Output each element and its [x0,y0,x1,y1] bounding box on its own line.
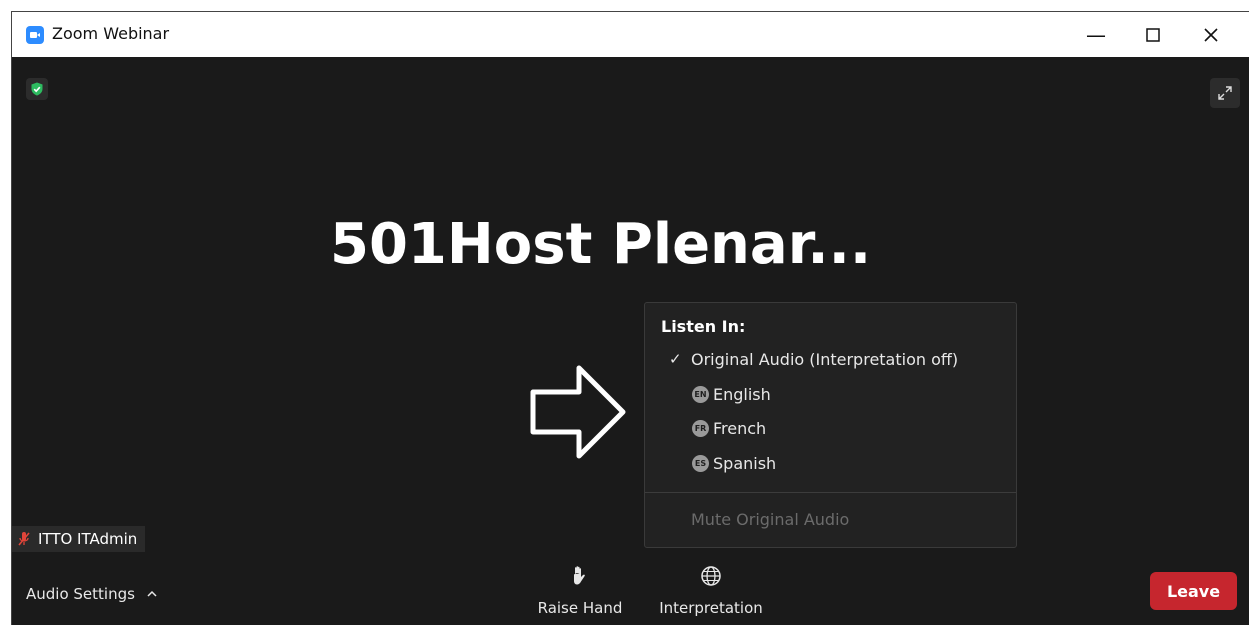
maximize-button[interactable] [1125,12,1181,57]
menu-item-label: English [713,384,771,404]
expand-icon [1218,86,1232,100]
language-badge-es: ES [692,454,709,472]
arrow-annotation-icon [530,365,626,459]
muted-microphone-icon [18,532,30,546]
menu-item-original-audio[interactable]: ✓ Original Audio (Interpretation off) [645,342,1016,376]
menu-item-label: Mute Original Audio [691,509,850,529]
menu-item-spanish[interactable]: ES Spanish [645,446,1016,480]
zoom-window: Zoom Webinar — 501Host Plenar... Listen … [11,11,1249,625]
encryption-shield-button[interactable] [26,78,48,100]
interpretation-label: Interpretation [659,599,763,617]
window-title: Zoom Webinar [52,24,170,43]
shield-check-icon [31,82,43,96]
participant-name-tag: ITTO ITAdmin [12,526,146,552]
maximize-icon [1146,27,1160,42]
language-badge-fr: FR [692,419,709,437]
chevron-up-icon [147,590,157,597]
raise-hand-button[interactable]: Raise Hand [534,565,626,617]
language-badge-en: EN [692,385,709,403]
leave-button[interactable]: Leave [1150,572,1237,610]
audio-settings-label: Audio Settings [26,585,135,603]
stage-title: 501Host Plenar... [330,212,872,277]
close-button[interactable] [1183,12,1239,57]
title-bar: Zoom Webinar — [12,12,1249,57]
minimize-button[interactable]: — [1068,12,1124,57]
menu-header: Listen In: [661,317,746,336]
participant-name: ITTO ITAdmin [38,530,138,548]
menu-item-english[interactable]: EN English [645,377,1016,411]
menu-item-label: Spanish [713,453,777,473]
checkmark-icon: ✓ [669,350,682,368]
zoom-app-icon [26,26,44,44]
menu-item-label: French [713,418,767,438]
fullscreen-button[interactable] [1210,78,1240,108]
menu-item-french[interactable]: FR French [645,411,1016,445]
listen-in-menu: Listen In: ✓ Original Audio (Interpretat… [644,302,1017,548]
menu-item-label: Original Audio (Interpretation off) [691,349,959,369]
globe-icon [701,566,721,586]
menu-divider [645,492,1016,493]
close-icon [1204,27,1218,42]
outer-whitespace [0,0,1249,11]
minimize-icon: — [1086,22,1106,47]
hand-icon [574,566,585,585]
raise-hand-label: Raise Hand [537,599,623,617]
menu-item-mute-original-audio[interactable]: Mute Original Audio [645,502,1016,536]
audio-settings-button[interactable]: Audio Settings [26,584,157,604]
interpretation-button[interactable]: Interpretation [653,565,769,617]
